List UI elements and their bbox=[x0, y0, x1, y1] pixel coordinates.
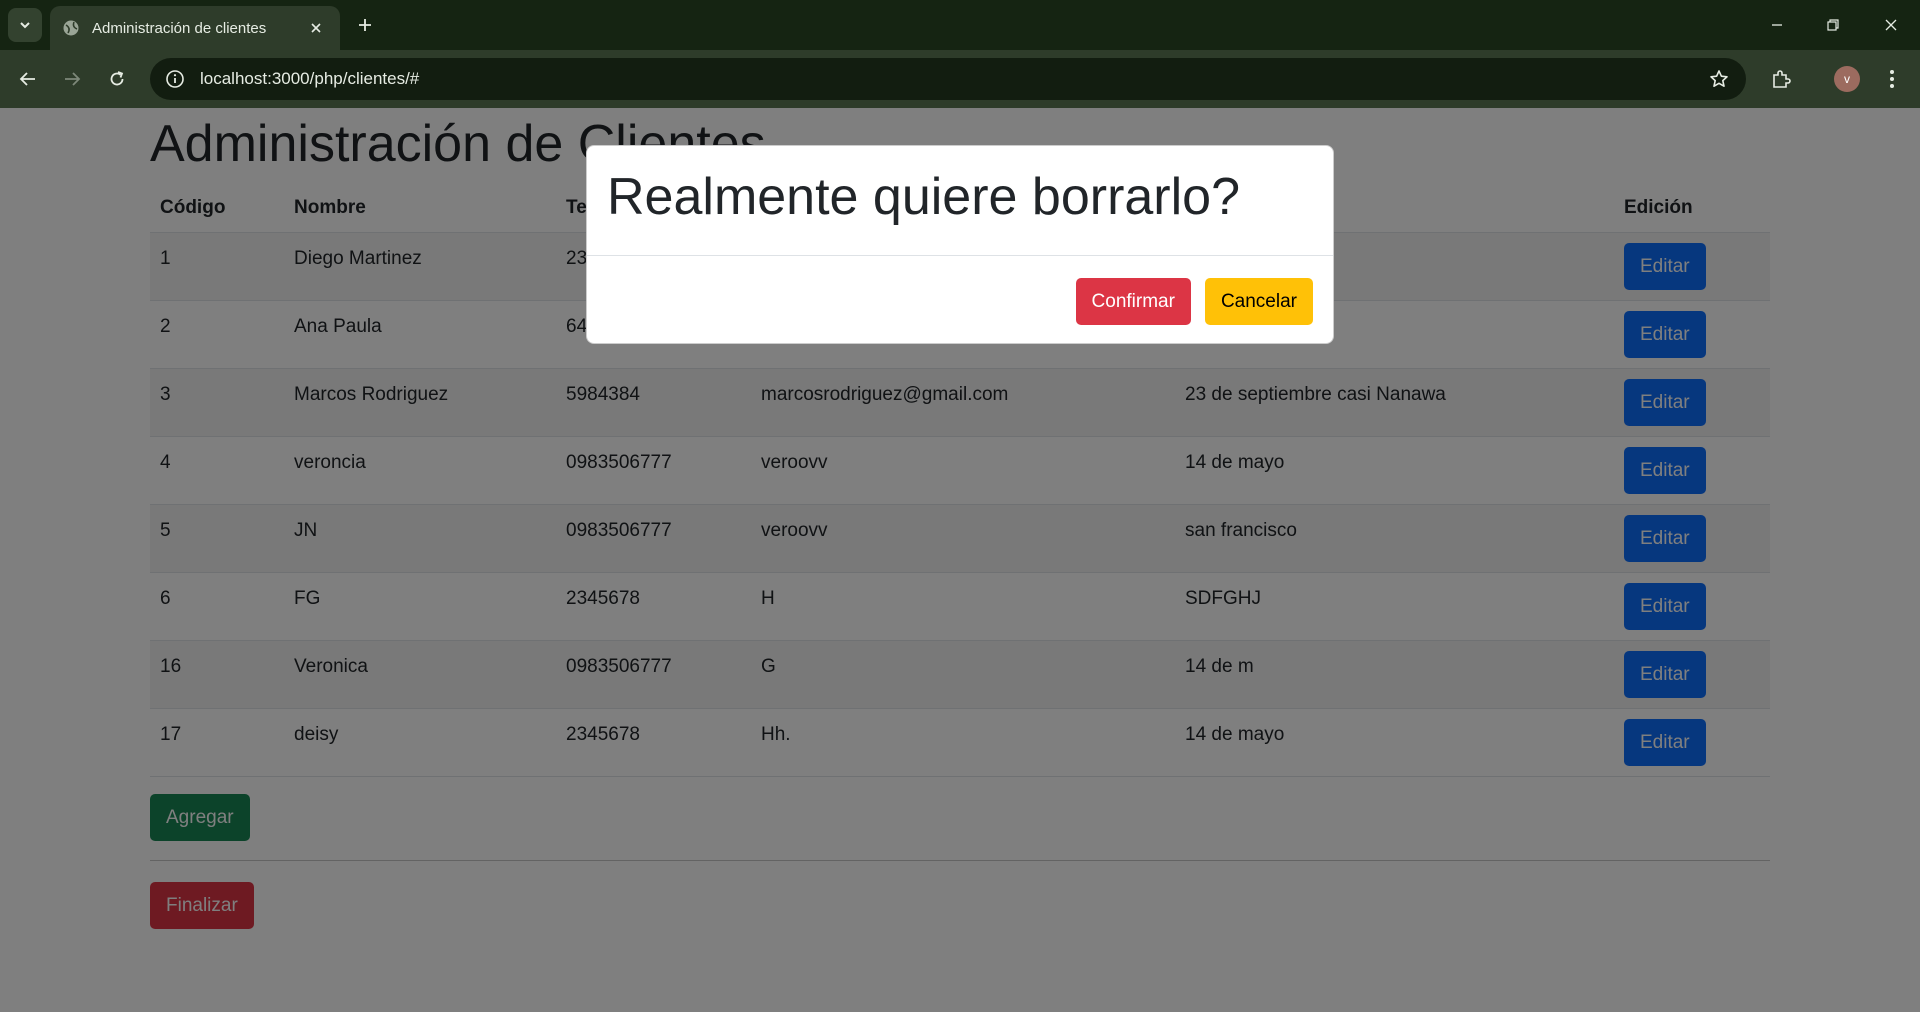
browser-tab[interactable]: Administración de clientes bbox=[50, 6, 340, 50]
menu-dots-icon[interactable] bbox=[1876, 63, 1908, 95]
forward-arrow-icon[interactable] bbox=[56, 63, 88, 95]
tab-search-button[interactable] bbox=[8, 8, 42, 42]
site-info-icon[interactable] bbox=[164, 68, 186, 90]
url-text[interactable]: localhost:3000/php/clientes/# bbox=[200, 69, 1706, 89]
browser-tab-strip: Administración de clientes bbox=[0, 0, 1920, 50]
extensions-puzzle-icon[interactable] bbox=[1765, 63, 1797, 95]
address-bar[interactable]: localhost:3000/php/clientes/# bbox=[150, 58, 1746, 100]
new-tab-icon[interactable] bbox=[352, 12, 378, 38]
browser-toolbar: localhost:3000/php/clientes/# v bbox=[0, 50, 1920, 108]
confirm-button[interactable]: Confirmar bbox=[1075, 278, 1191, 325]
confirm-delete-modal: Realmente quiere borrarlo? Confirmar Can… bbox=[586, 145, 1334, 344]
close-window-icon[interactable] bbox=[1876, 10, 1906, 40]
bookmark-star-icon[interactable] bbox=[1706, 66, 1732, 92]
modal-footer: Confirmar Cancelar bbox=[1075, 278, 1313, 325]
close-tab-icon[interactable] bbox=[304, 16, 328, 40]
reload-icon[interactable] bbox=[101, 63, 133, 95]
profile-avatar[interactable]: v bbox=[1834, 66, 1860, 92]
restore-icon[interactable] bbox=[1818, 10, 1848, 40]
modal-header: Realmente quiere borrarlo? bbox=[587, 146, 1333, 256]
minimize-icon[interactable] bbox=[1762, 10, 1792, 40]
tab-title: Administración de clientes bbox=[92, 19, 267, 37]
globe-icon bbox=[62, 19, 80, 37]
chevron-down-icon bbox=[20, 22, 30, 29]
cancel-button[interactable]: Cancelar bbox=[1204, 278, 1313, 325]
back-arrow-icon[interactable] bbox=[12, 63, 44, 95]
modal-title: Realmente quiere borrarlo? bbox=[607, 168, 1241, 226]
